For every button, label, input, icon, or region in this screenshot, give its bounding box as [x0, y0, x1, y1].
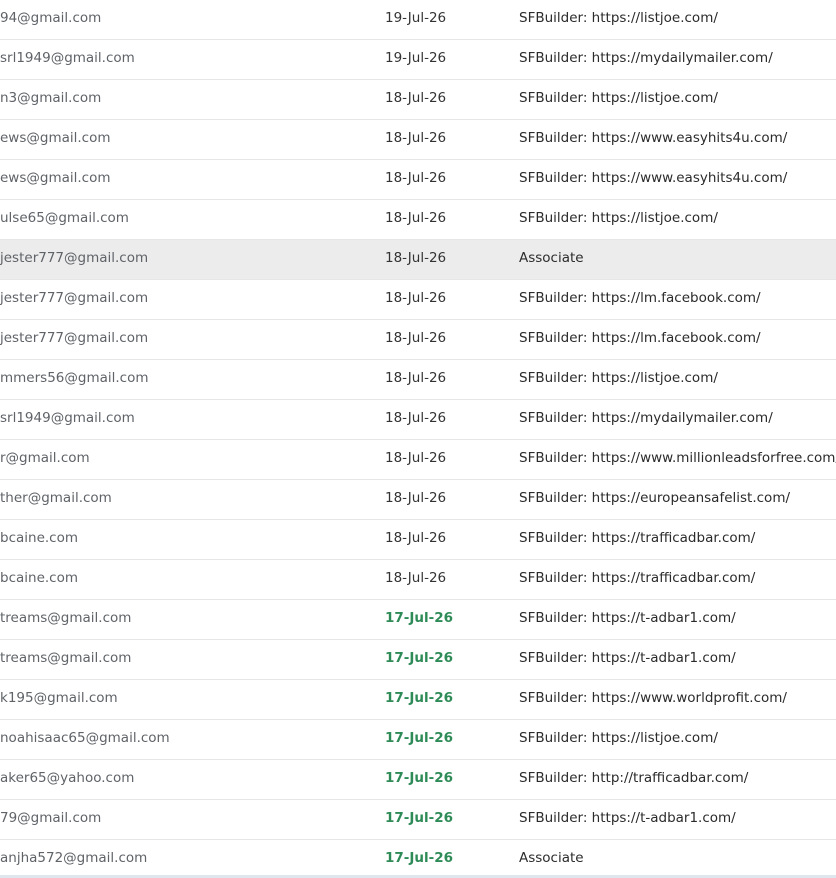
source-cell: SFBuilder: https://mydailymailer.com/: [519, 410, 773, 426]
date-cell: 17-Jul-26: [385, 810, 454, 826]
table-row[interactable]: aker65@yahoo.com 17-Jul-26 SFBuilder: http…: [0, 760, 836, 800]
date-cell: 18-Jul-26: [385, 370, 447, 386]
table-row[interactable]: noahisaac65@gmail.com 17-Jul-26 SFBuilder:…: [0, 720, 836, 760]
table-row[interactable]: treams@gmail.com 17-Jul-26 SFBuilder: http…: [0, 600, 836, 640]
source-cell: SFBuilder: https://www.worldprofit.com/: [519, 690, 787, 706]
date-cell: 18-Jul-26: [385, 570, 447, 586]
email-cell: aker65@yahoo.com: [0, 770, 135, 786]
email-cell: bcaine.com: [0, 570, 79, 586]
email-cell: anjha572@gmail.com: [0, 850, 148, 866]
source-cell: Associate: [519, 250, 584, 266]
email-cell: ulse65@gmail.com: [0, 210, 129, 226]
email-cell: k195@gmail.com: [0, 690, 118, 706]
source-cell: SFBuilder: http://trafficadbar.com/: [519, 770, 749, 786]
table-row[interactable]: mmers56@gmail.com 18-Jul-26 SFBuilder: htt…: [0, 360, 836, 400]
date-cell: 18-Jul-26: [385, 170, 447, 186]
email-cell: 79@gmail.com: [0, 810, 102, 826]
email-cell: noahisaac65@gmail.com: [0, 730, 170, 746]
date-cell: 18-Jul-26: [385, 330, 447, 346]
source-cell: SFBuilder: https://www.easyhits4u.com/: [519, 130, 788, 146]
email-cell: ther@gmail.com: [0, 490, 112, 506]
email-cell: ews@gmail.com: [0, 170, 111, 186]
source-cell: SFBuilder: https://listjoe.com/: [519, 10, 718, 26]
table-row[interactable]: ulse65@gmail.com 18-Jul-26 SFBuilder: http…: [0, 200, 836, 240]
email-cell: jester777@gmail.com: [0, 290, 149, 306]
source-cell: SFBuilder: https://listjoe.com/: [519, 370, 718, 386]
email-cell: 94@gmail.com: [0, 10, 102, 26]
email-cell: mmers56@gmail.com: [0, 370, 149, 386]
table-row[interactable]: ther@gmail.com 18-Jul-26 SFBuilder: https:…: [0, 480, 836, 520]
table-row[interactable]: 79@gmail.com 17-Jul-26 SFBuilder: https://…: [0, 800, 836, 840]
table-row[interactable]: r@gmail.com 18-Jul-26 SFBuilder: https://w…: [0, 440, 836, 480]
date-cell: 18-Jul-26: [385, 450, 447, 466]
date-cell: 19-Jul-26: [385, 50, 447, 66]
table-row[interactable]: jester777@gmail.com 18-Jul-26 SFBuilder: h…: [0, 320, 836, 360]
leads-table: 94@gmail.com 19-Jul-26 SFBuilder: https://…: [0, 0, 836, 878]
date-cell: 17-Jul-26: [385, 730, 454, 746]
date-cell: 18-Jul-26: [385, 210, 447, 226]
date-cell: 17-Jul-26: [385, 850, 454, 866]
email-cell: jester777@gmail.com: [0, 250, 149, 266]
email-cell: srl1949@gmail.com: [0, 410, 135, 426]
source-cell: SFBuilder: https://www.easyhits4u.com/: [519, 170, 788, 186]
table-row[interactable]: treams@gmail.com 17-Jul-26 SFBuilder: http…: [0, 640, 836, 680]
source-cell: SFBuilder: https://t-adbar1.com/: [519, 610, 736, 626]
date-cell: 18-Jul-26: [385, 410, 447, 426]
date-cell: 17-Jul-26: [385, 650, 454, 666]
email-cell: r@gmail.com: [0, 450, 90, 466]
source-cell: SFBuilder: https://mydailymailer.com/: [519, 50, 773, 66]
source-cell: SFBuilder: https://listjoe.com/: [519, 210, 718, 226]
table-row[interactable]: 94@gmail.com 19-Jul-26 SFBuilder: https://…: [0, 0, 836, 40]
email-cell: treams@gmail.com: [0, 610, 132, 626]
table-row[interactable]: ews@gmail.com 18-Jul-26 SFBuilder: https:/…: [0, 160, 836, 200]
source-cell: SFBuilder: https://lm.facebook.com/: [519, 330, 761, 346]
table-row[interactable]: k195@gmail.com 17-Jul-26 SFBuilder: https:…: [0, 680, 836, 720]
table-row[interactable]: jester777@gmail.com 18-Jul-26 Associate: [0, 240, 836, 280]
date-cell: 17-Jul-26: [385, 690, 454, 706]
table-row[interactable]: jester777@gmail.com 18-Jul-26 SFBuilder: h…: [0, 280, 836, 320]
date-cell: 18-Jul-26: [385, 290, 447, 306]
table-row[interactable]: anjha572@gmail.com 17-Jul-26 Associate: [0, 840, 836, 878]
date-cell: 18-Jul-26: [385, 130, 447, 146]
table-row[interactable]: srl1949@gmail.com 18-Jul-26 SFBuilder: htt…: [0, 400, 836, 440]
email-cell: srl1949@gmail.com: [0, 50, 135, 66]
email-cell: ews@gmail.com: [0, 130, 111, 146]
date-cell: 18-Jul-26: [385, 90, 447, 106]
source-cell: SFBuilder: https://t-adbar1.com/: [519, 650, 736, 666]
date-cell: 17-Jul-26: [385, 610, 454, 626]
table-row[interactable]: ews@gmail.com 18-Jul-26 SFBuilder: https:/…: [0, 120, 836, 160]
source-cell: SFBuilder: https://listjoe.com/: [519, 730, 718, 746]
source-cell: SFBuilder: https://t-adbar1.com/: [519, 810, 736, 826]
table-row[interactable]: srl1949@gmail.com 19-Jul-26 SFBuilder: htt…: [0, 40, 836, 80]
source-cell: SFBuilder: https://europeansafelist.com/: [519, 490, 791, 506]
email-cell: treams@gmail.com: [0, 650, 132, 666]
date-cell: 19-Jul-26: [385, 10, 447, 26]
source-cell: SFBuilder: https://lm.facebook.com/: [519, 290, 761, 306]
table-body: 94@gmail.com 19-Jul-26 SFBuilder: https://…: [0, 0, 836, 878]
table-row[interactable]: bcaine.com 18-Jul-26 SFBuilder: https://tr…: [0, 520, 836, 560]
email-cell: n3@gmail.com: [0, 90, 102, 106]
source-cell: SFBuilder: https://www.millionleadsforfr…: [519, 450, 836, 466]
source-cell: SFBuilder: https://trafficadbar.com/: [519, 530, 756, 546]
source-cell: SFBuilder: https://listjoe.com/: [519, 90, 718, 106]
date-cell: 17-Jul-26: [385, 770, 454, 786]
source-cell: SFBuilder: https://trafficadbar.com/: [519, 570, 756, 586]
email-cell: bcaine.com: [0, 530, 79, 546]
date-cell: 18-Jul-26: [385, 490, 447, 506]
source-cell: Associate: [519, 850, 584, 866]
date-cell: 18-Jul-26: [385, 530, 447, 546]
date-cell: 18-Jul-26: [385, 250, 447, 266]
email-cell: jester777@gmail.com: [0, 330, 149, 346]
table-row[interactable]: n3@gmail.com 18-Jul-26 SFBuilder: https://…: [0, 80, 836, 120]
table-row[interactable]: bcaine.com 18-Jul-26 SFBuilder: https://tr…: [0, 560, 836, 600]
